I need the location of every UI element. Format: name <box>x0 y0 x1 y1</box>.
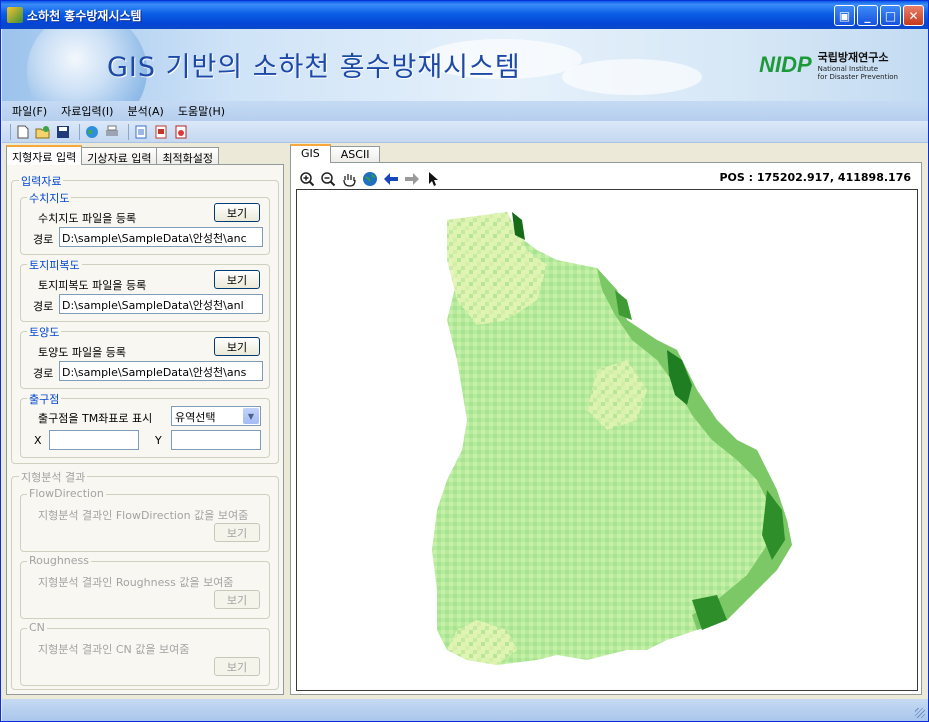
status-bar <box>2 699 928 721</box>
dem-path-field[interactable]: D:\sample\SampleData\안성천\anc <box>59 227 263 247</box>
toolbar-separator <box>79 123 80 140</box>
banner-title: GIS 기반의 소하천 홍수방재시스템 <box>107 52 521 83</box>
landcover-view-button[interactable]: 보기 <box>214 270 260 289</box>
cn-view-button[interactable]: 보기 <box>214 657 260 676</box>
outlet-tm-label: 출구점을 TM좌표로 표시 <box>38 412 153 425</box>
toolbar <box>2 121 928 143</box>
landcover-register-text: 토지피복도 파일을 등록 <box>38 279 147 292</box>
map-panel: GIS ASCII POS: 175202.917, 411898.176 <box>288 144 925 697</box>
y-coordinate-field[interactable] <box>171 430 261 450</box>
soil-path-field[interactable]: D:\sample\SampleData\안성천\ans <box>59 361 263 381</box>
soil-register-text: 토양도 파일을 등록 <box>38 346 126 359</box>
left-panel: 지형자료 입력 기상자료 입력 최적화설정 입력자료 수치지도 수치지도 파일을… <box>2 144 285 697</box>
soil-label: 토양도 <box>27 324 62 340</box>
x-label: X <box>34 434 42 447</box>
tab-terrain-input[interactable]: 지형자료 입력 <box>6 145 83 165</box>
tab-gis[interactable]: GIS <box>290 144 331 163</box>
map-frame: POS : 175202.917, 411898.176 <box>290 162 922 695</box>
map-canvas[interactable] <box>296 189 918 691</box>
landcover-path-field[interactable]: D:\sample\SampleData\안성천\anl <box>59 294 263 314</box>
menu-data-input[interactable]: 자료입력(I) <box>61 103 113 119</box>
left-tab-strip: 지형자료 입력 기상자료 입력 최적화설정 <box>6 145 220 165</box>
toolbar-separator <box>128 123 129 140</box>
soil-path-label: 경로 <box>33 367 54 380</box>
open-icon[interactable] <box>35 124 51 140</box>
dem-register-text: 수치지도 파일을 등록 <box>38 212 137 225</box>
pointer-icon[interactable] <box>425 171 441 187</box>
menu-analysis[interactable]: 분석(A) <box>127 103 163 119</box>
tab-ascii[interactable]: ASCII <box>329 146 381 163</box>
pan-hand-icon[interactable] <box>341 171 357 187</box>
menu-help[interactable]: 도움말(H) <box>178 103 225 119</box>
terrain-input-panel: 입력자료 수치지도 수치지도 파일을 등록 보기 경로 D:\sample\Sa… <box>6 164 284 695</box>
dem-label: 수치지도 <box>27 190 72 206</box>
chevron-down-icon[interactable]: ▼ <box>243 408 259 424</box>
dem-view-button[interactable]: 보기 <box>214 203 260 222</box>
x-coordinate-field[interactable] <box>49 430 139 450</box>
flowdirection-desc: 지형분석 결과인 FlowDirection 값을 보여줌 <box>38 509 249 522</box>
tab-weather-input[interactable]: 기상자료 입력 <box>81 147 158 165</box>
close-button[interactable]: ✕ <box>903 5 924 26</box>
dem-path-label: 경로 <box>33 233 54 246</box>
soil-view-button[interactable]: 보기 <box>214 337 260 356</box>
back-arrow-icon[interactable] <box>383 171 399 187</box>
watershed-select-value: 유역선택 <box>175 411 216 424</box>
zoom-out-icon[interactable] <box>320 171 336 187</box>
logo-name-english-2: for Disaster Prevention <box>817 73 898 81</box>
cn-label: CN <box>27 621 47 634</box>
pdf-icon[interactable] <box>173 124 189 140</box>
logo-name-korean: 국립방재연구소 <box>817 51 889 64</box>
maximize-button[interactable]: □ <box>880 5 901 26</box>
tab-optimization[interactable]: 최적화설정 <box>156 147 220 165</box>
globe-icon[interactable] <box>362 171 378 187</box>
input-data-label: 입력자료 <box>19 173 64 189</box>
map-toolbar <box>299 171 441 187</box>
app-icon <box>7 7 23 23</box>
roughness-view-button[interactable]: 보기 <box>214 590 260 609</box>
title-bar[interactable]: 소하천 홍수방재시스템 ▣ _ □ ✕ <box>1 1 928 29</box>
logo-mark: NIDP <box>759 52 812 77</box>
outlet-label: 출구점 <box>27 391 62 407</box>
toolbar-grip <box>10 123 11 140</box>
position-readout: POS : 175202.917, 411898.176 <box>719 171 911 184</box>
resize-grip-icon[interactable] <box>915 708 925 718</box>
new-icon[interactable] <box>15 124 31 140</box>
landcover-label: 토지피복도 <box>27 257 82 273</box>
header-banner: GIS 기반의 소하천 홍수방재시스템 NIDP 국립방재연구소 Nationa… <box>2 29 928 101</box>
menu-bar: 파일(F) 자료입력(I) 분석(A) 도움말(H) <box>2 101 928 121</box>
globe-icon[interactable] <box>84 124 100 140</box>
window-title: 소하천 홍수방재시스템 <box>27 8 142 23</box>
logo-name-english-1: National Institute <box>817 65 879 73</box>
save-icon[interactable] <box>55 124 71 140</box>
help-window-button[interactable]: ▣ <box>834 5 855 26</box>
app-window: 소하천 홍수방재시스템 ▣ _ □ ✕ GIS 기반의 소하천 홍수방재시스템 … <box>0 0 929 722</box>
document-icon[interactable] <box>133 124 149 140</box>
map-tab-strip: GIS ASCII <box>290 144 381 163</box>
landcover-path-label: 경로 <box>33 300 54 313</box>
cn-desc: 지형분석 결과인 CN 값을 보여줌 <box>38 643 190 656</box>
watershed-map <box>432 212 792 665</box>
roughness-desc: 지형분석 결과인 Roughness 값을 보여줌 <box>38 576 234 589</box>
terrain-result-label: 지형분석 결과 <box>19 469 88 485</box>
flowdirection-label: FlowDirection <box>27 487 106 500</box>
y-label: Y <box>155 434 162 447</box>
flowdirection-view-button[interactable]: 보기 <box>214 523 260 542</box>
zoom-in-icon[interactable] <box>299 171 315 187</box>
nidp-logo: NIDP 국립방재연구소 National Institute for Disa… <box>759 49 898 81</box>
menu-file[interactable]: 파일(F) <box>12 103 47 119</box>
minimize-button[interactable]: _ <box>857 5 878 26</box>
print-icon[interactable] <box>104 124 120 140</box>
report-icon[interactable] <box>153 124 169 140</box>
watershed-select[interactable]: 유역선택 ▼ <box>171 406 261 426</box>
forward-arrow-icon[interactable] <box>404 171 420 187</box>
roughness-label: Roughness <box>27 554 92 567</box>
cloud-graphic <box>562 59 702 95</box>
